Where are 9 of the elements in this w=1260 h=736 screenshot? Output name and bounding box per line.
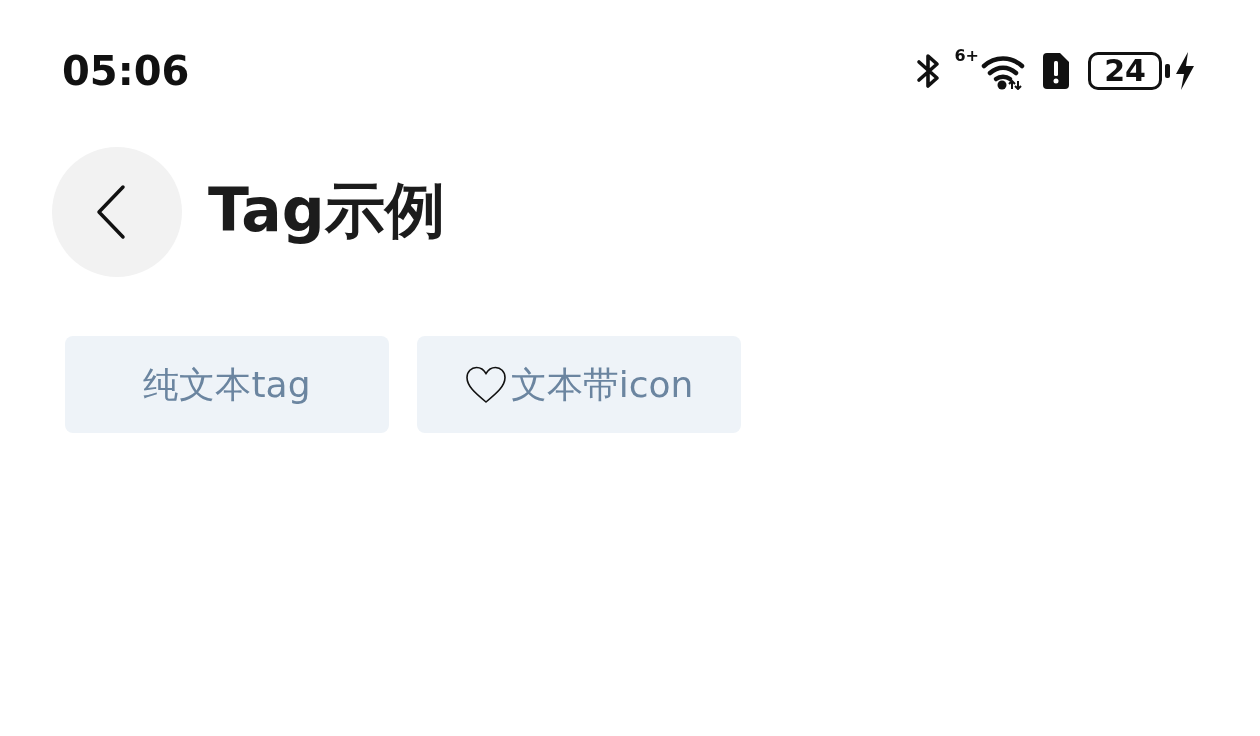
- battery-level: 24: [1088, 52, 1162, 90]
- sim-card-alert-icon: [1040, 52, 1070, 90]
- tag-label: 纯文本tag: [143, 366, 311, 403]
- chevron-left-icon: [96, 184, 126, 240]
- tag-label: 文本带icon: [510, 366, 694, 403]
- wifi-label: 6+: [954, 48, 979, 64]
- heart-icon: [464, 365, 507, 404]
- status-time: 05:06: [62, 51, 190, 91]
- battery-tip-icon: [1165, 64, 1170, 78]
